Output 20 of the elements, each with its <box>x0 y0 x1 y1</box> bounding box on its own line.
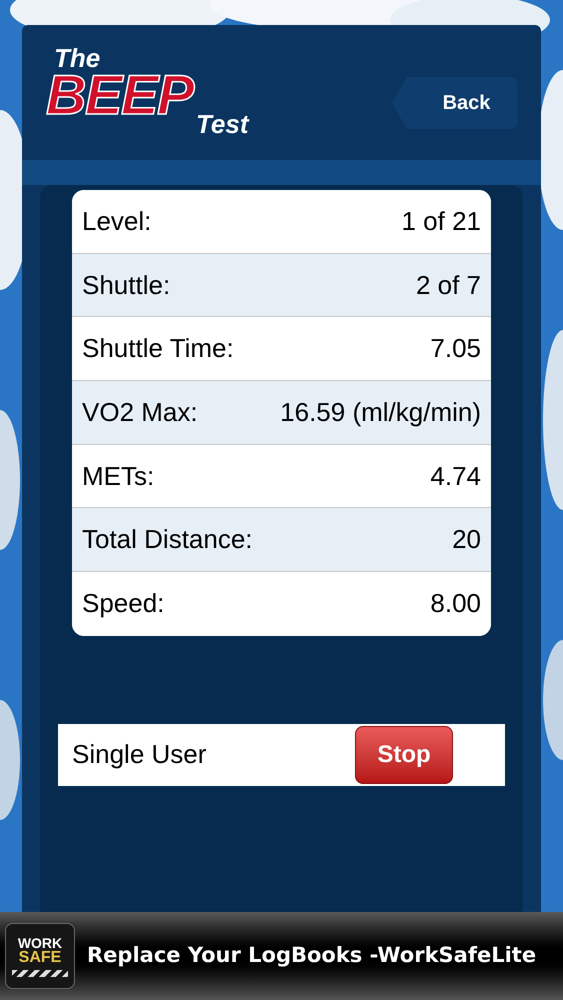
app-icon: WORK SAFE <box>5 923 75 989</box>
stat-label: VO2 Max: <box>82 396 198 429</box>
stat-label: Shuttle: <box>82 268 170 302</box>
stat-value: 8.00 <box>430 587 481 620</box>
stat-label: Level: <box>82 204 152 238</box>
stat-value: 16.59 (ml/kg/min) <box>280 396 481 429</box>
stat-value: 20 <box>452 523 481 556</box>
stat-label: Shuttle Time: <box>82 332 234 366</box>
stat-label: Speed: <box>82 587 164 620</box>
mode-label: Single User <box>72 738 206 772</box>
stop-button[interactable]: Stop <box>355 726 453 784</box>
stat-label: METs: <box>82 460 154 493</box>
back-button[interactable]: Back <box>392 77 517 129</box>
stat-value: 7.05 <box>430 332 481 366</box>
stat-label: Total Distance: <box>82 523 253 556</box>
stat-value: 4.74 <box>430 460 481 493</box>
ad-banner[interactable]: WORK SAFE Replace Your LogBooks -WorkSafeLite <box>0 912 563 1000</box>
stat-value: 2 of 7 <box>416 268 481 302</box>
stat-value: 1 of 21 <box>401 204 481 238</box>
ad-text: Replace Your LogBooks -WorkSafeLite <box>87 942 536 970</box>
